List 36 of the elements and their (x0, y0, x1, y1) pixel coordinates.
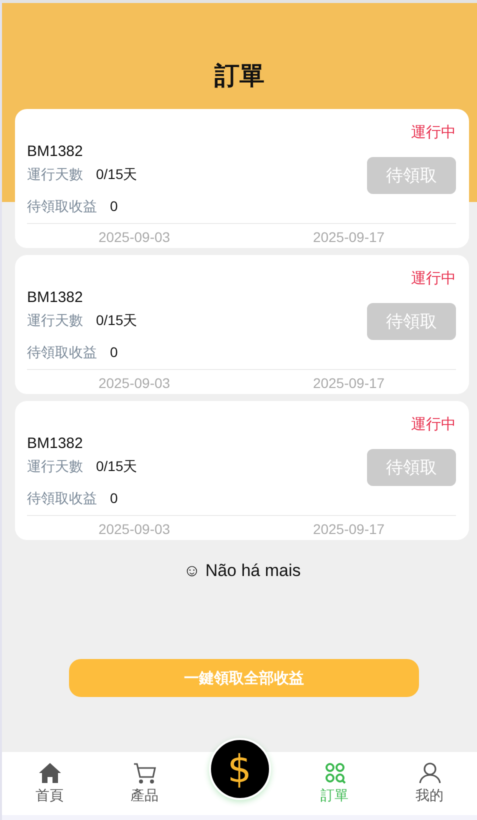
start-date: 2025-09-03 (98, 229, 170, 245)
earnings-value: 0 (110, 490, 118, 506)
earnings-label: 待領取收益 (27, 490, 97, 506)
earnings-label: 待領取收益 (27, 198, 97, 214)
end-date: 2025-09-17 (312, 229, 385, 245)
days-value: 0/15天 (96, 166, 138, 182)
days-label: 運行天數 (27, 312, 83, 328)
start-date: 2025-09-03 (98, 375, 170, 391)
grid-icon (322, 762, 346, 784)
earnings-value: 0 (110, 198, 118, 214)
days-label: 運行天數 (27, 166, 83, 182)
end-date: 2025-09-17 (312, 375, 385, 391)
end-of-list-message: ☺ Não há mais (183, 561, 301, 581)
start-date: 2025-09-03 (98, 521, 170, 537)
center-button[interactable]: $ (208, 738, 270, 800)
days-value: 0/15天 (96, 458, 138, 474)
status-label: 運行中 (411, 415, 456, 434)
nav-tab[interactable]: 首頁 (2, 752, 97, 815)
order-code: BM1382 (27, 143, 84, 160)
order-code: BM1382 (27, 435, 84, 452)
days-label: 運行天數 (27, 458, 83, 474)
earnings-label: 待領取收益 (27, 344, 97, 360)
order-code: BM1382 (27, 289, 84, 306)
end-date: 2025-09-17 (312, 521, 385, 537)
user-icon (418, 762, 442, 784)
earnings-value: 0 (110, 344, 118, 360)
cart-icon (132, 762, 156, 784)
nav-tab[interactable]: 我的 (382, 752, 477, 815)
claim-all-button[interactable]: 一鍵領取全部收益 (69, 659, 419, 697)
days-value: 0/15天 (96, 312, 138, 328)
status-label: 運行中 (411, 123, 456, 142)
status-label: 運行中 (411, 269, 456, 288)
home-icon (38, 762, 62, 784)
nav-tab[interactable]: 訂單 (287, 752, 382, 815)
nav-tab[interactable]: 產品 (97, 752, 192, 815)
page-title: 訂單 (213, 61, 266, 92)
